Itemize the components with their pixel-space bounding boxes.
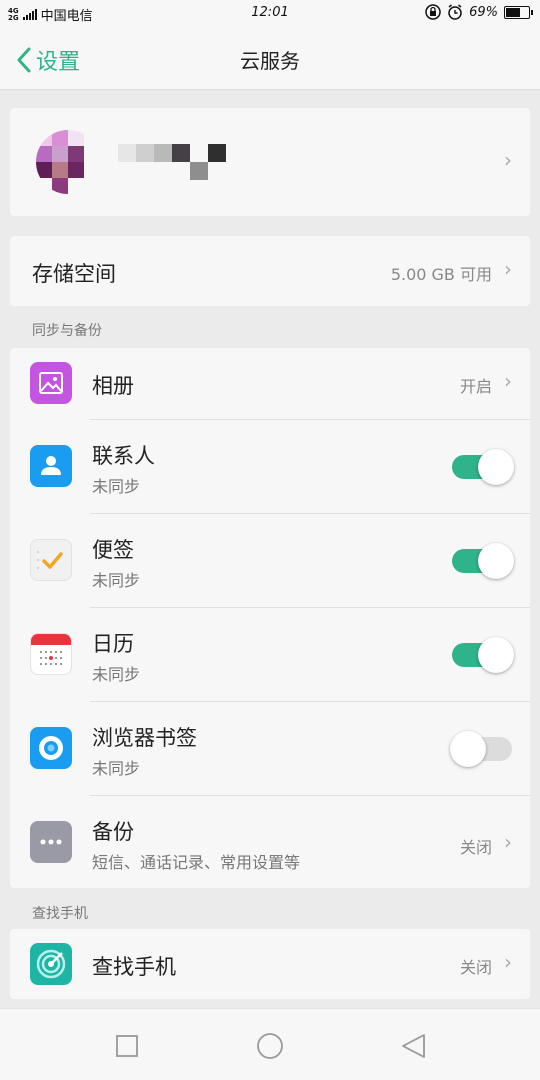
battery-percent: 69%	[469, 4, 498, 20]
sync-item-status: 未同步	[92, 759, 141, 778]
section-sync-label: 同步与备份	[32, 323, 102, 339]
contacts-icon	[30, 445, 72, 487]
circle-icon	[257, 1033, 283, 1059]
sync-item-status: 未同步	[92, 477, 141, 496]
sync-item-backup[interactable]: 备份 短信、通话记录、常用设置等 关闭 ›	[10, 796, 530, 888]
sync-item-title: 浏览器书签	[92, 726, 197, 750]
notes-icon	[30, 539, 72, 581]
sync-item-notes: 便签 未同步	[10, 514, 530, 608]
gallery-icon	[30, 362, 72, 404]
sync-item-value: 关闭	[459, 838, 492, 857]
notes-sync-toggle[interactable]	[452, 543, 514, 579]
browser-icon	[30, 727, 72, 769]
page-title: 云服务	[240, 49, 300, 73]
toggle-knob	[450, 731, 486, 767]
contacts-sync-toggle[interactable]	[452, 449, 514, 485]
storage-card[interactable]: 存储空间 5.00 GB 可用 ›	[10, 236, 530, 306]
sync-item-title: 便签	[92, 538, 134, 562]
storage-label: 存储空间	[32, 262, 116, 286]
battery-level	[506, 7, 521, 17]
find-phone-card[interactable]: 查找手机 关闭 ›	[10, 929, 530, 999]
toggle-knob	[478, 543, 514, 579]
triangle-back-icon	[402, 1034, 425, 1058]
chevron-right-icon: ›	[504, 830, 512, 854]
find-phone-value: 关闭	[459, 958, 492, 977]
sync-item-status: 未同步	[92, 665, 141, 684]
section-find-label: 查找手机	[32, 906, 88, 922]
status-bar: 4G 2G 中国电信 12:01 69%	[0, 0, 540, 28]
chevron-right-icon: ›	[504, 950, 512, 974]
sync-card: 相册 开启 › 联系人 未同步 便签 未同步 日历 未同步 浏览器书签 未同步 …	[10, 348, 530, 888]
avatar	[36, 130, 100, 194]
sync-item-gallery[interactable]: 相册 开启 ›	[10, 348, 530, 420]
sync-item-contacts: 联系人 未同步	[10, 420, 530, 514]
calendar-sync-toggle[interactable]	[452, 637, 514, 673]
chevron-right-icon: ›	[504, 148, 512, 172]
sync-item-calendar: 日历 未同步	[10, 608, 530, 702]
find-phone-row[interactable]: 查找手机 关闭 ›	[10, 929, 530, 999]
sync-item-title: 备份	[92, 820, 134, 844]
home-button[interactable]	[255, 1031, 285, 1061]
sync-item-browser-bookmarks: 浏览器书签 未同步	[10, 702, 530, 796]
navigation-bar	[0, 1008, 540, 1080]
title-bar: 设置 云服务	[0, 28, 540, 90]
find-phone-title: 查找手机	[92, 955, 176, 979]
calendar-icon	[30, 633, 72, 675]
sync-item-value: 开启	[459, 377, 492, 396]
square-icon	[116, 1035, 138, 1057]
browser-bookmarks-sync-toggle[interactable]	[450, 731, 512, 767]
sync-item-title: 联系人	[92, 444, 155, 468]
alarm-icon	[448, 4, 462, 20]
status-right: 69%	[425, 4, 533, 20]
chevron-right-icon: ›	[504, 257, 512, 281]
battery-icon	[504, 5, 533, 19]
backup-icon	[30, 821, 72, 863]
sync-item-title: 日历	[92, 632, 134, 656]
recent-apps-button[interactable]	[112, 1031, 142, 1061]
toggle-knob	[478, 449, 514, 485]
radar-icon	[30, 943, 72, 985]
rotation-lock-icon	[425, 4, 441, 20]
back-nav-button[interactable]	[398, 1031, 428, 1061]
account-name-blurred	[118, 144, 226, 180]
sync-item-title: 相册	[92, 374, 134, 398]
account-card[interactable]: ›	[10, 108, 530, 216]
sync-item-status: 未同步	[92, 571, 141, 590]
chevron-right-icon: ›	[504, 369, 512, 393]
storage-value: 5.00 GB 可用	[390, 265, 492, 284]
sync-item-detail: 短信、通话记录、常用设置等	[92, 853, 301, 872]
toggle-knob	[478, 637, 514, 673]
